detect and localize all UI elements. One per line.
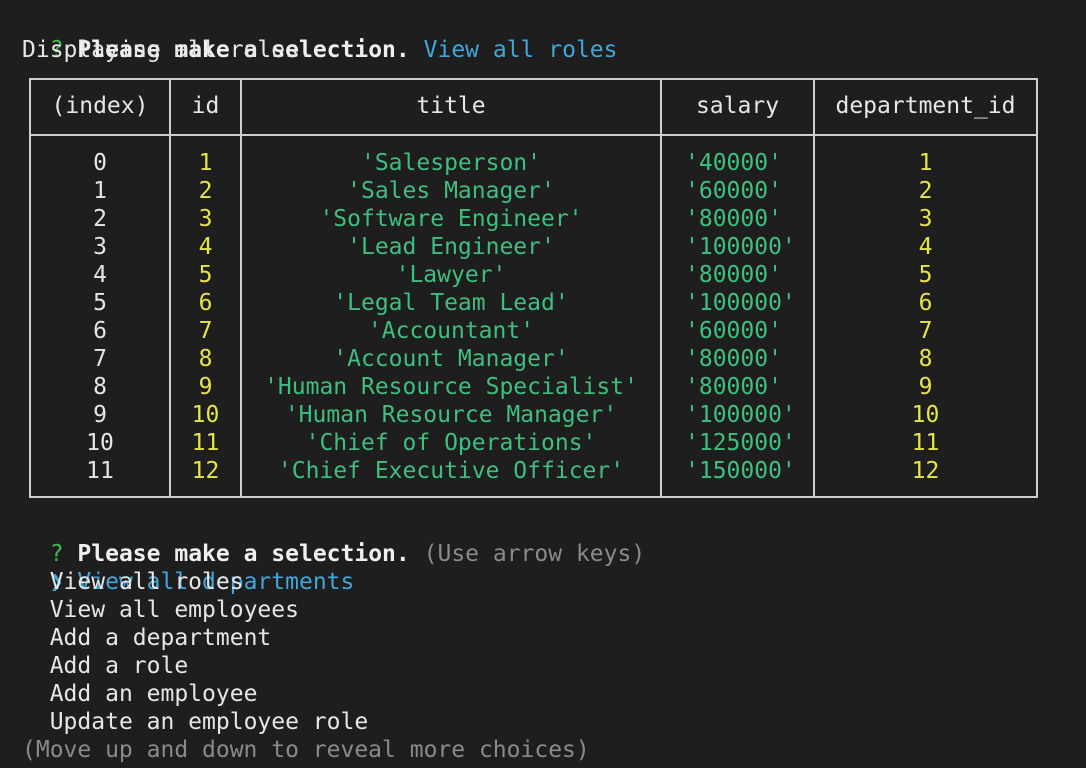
cell-index: 2 <box>93 206 107 232</box>
cell-title: 'Human Resource Manager' <box>284 402 618 428</box>
roles-table: (index) id title salary department_id 01… <box>29 78 1038 498</box>
header-index: (index) <box>51 93 149 119</box>
cell-index: 1 <box>93 178 107 204</box>
cell-id: 5 <box>198 262 213 288</box>
cell-id: 11 <box>191 430 220 456</box>
cell-salary: '150000' <box>685 458 796 484</box>
cell-department-id: 7 <box>918 318 933 344</box>
column-divider <box>660 80 662 496</box>
cell-title: 'Chief of Operations' <box>305 430 597 456</box>
choice-item[interactable]: Update an employee role <box>22 708 369 736</box>
cell-department-id: 11 <box>911 430 940 456</box>
cell-salary: '80000' <box>685 262 782 288</box>
header-divider <box>31 134 1036 136</box>
prompt-line-2: ? Please make a selection. (Use arrow ke… <box>22 512 645 567</box>
prompt-hint: (Use arrow keys) <box>423 541 646 567</box>
cell-title: 'Software Engineer' <box>319 206 583 232</box>
cell-id: 9 <box>198 374 213 400</box>
choice-item[interactable]: Add a role <box>22 652 188 680</box>
cell-index: 11 <box>86 458 114 484</box>
prompt-answer: View all roles <box>423 37 618 63</box>
cell-department-id: 12 <box>911 458 940 484</box>
header-salary: salary <box>695 93 780 119</box>
cell-department-id: 5 <box>918 262 933 288</box>
header-title: title <box>416 93 486 119</box>
cell-title: 'Salesperson' <box>360 150 541 176</box>
cell-title: 'Lead Engineer' <box>347 234 555 260</box>
cell-id: 6 <box>198 290 213 316</box>
choice-item[interactable]: View all roles <box>22 568 244 596</box>
choice-label: View all employees <box>49 597 299 623</box>
cell-title: 'Sales Manager' <box>347 178 555 204</box>
header-department-id: department_id <box>835 93 1016 119</box>
cell-department-id: 1 <box>918 150 933 176</box>
cell-department-id: 8 <box>918 346 933 372</box>
choice-item[interactable]: Add a department <box>22 624 272 652</box>
cell-salary: '60000' <box>685 318 782 344</box>
cell-department-id: 9 <box>918 374 933 400</box>
cell-index: 6 <box>93 318 107 344</box>
cell-title: 'Chief Executive Officer' <box>277 458 625 484</box>
cell-title: 'Account Manager' <box>333 346 569 372</box>
cell-index: 10 <box>86 430 114 456</box>
status-text: Displaying all roles. <box>22 37 313 63</box>
choice-label: Add an employee <box>49 681 258 707</box>
choice-item[interactable]: View all employees <box>22 596 299 624</box>
choice-label: Add a role <box>49 653 189 679</box>
choice-label: Add a department <box>49 625 272 651</box>
cell-title: 'Accountant' <box>367 318 535 344</box>
cell-index: 3 <box>93 234 107 260</box>
cell-id: 8 <box>198 346 213 372</box>
cell-title: 'Legal Team Lead' <box>333 290 569 316</box>
cell-index: 9 <box>93 402 107 428</box>
cell-salary: '80000' <box>685 206 782 232</box>
cell-index: 0 <box>93 150 107 176</box>
cell-index: 8 <box>93 374 107 400</box>
cell-title: 'Lawyer' <box>395 262 507 288</box>
cell-salary: '100000' <box>685 402 796 428</box>
cell-id: 4 <box>198 234 213 260</box>
cell-id: 7 <box>198 318 213 344</box>
cell-department-id: 6 <box>918 290 933 316</box>
cell-salary: '60000' <box>685 178 782 204</box>
choice-item[interactable]: Add an employee <box>22 680 258 708</box>
cell-index: 5 <box>93 290 107 316</box>
cell-salary: '100000' <box>685 290 796 316</box>
choice-item-selected[interactable]: ❯ View all departments <box>22 540 355 595</box>
cell-title: 'Human Resource Specialist' <box>264 374 638 400</box>
header-id: id <box>191 93 220 119</box>
cell-department-id: 10 <box>911 402 940 428</box>
cell-index: 7 <box>93 346 107 372</box>
cell-index: 4 <box>93 262 107 288</box>
choice-label: Update an employee role <box>49 709 369 735</box>
cell-salary: '80000' <box>685 374 782 400</box>
cell-salary: '125000' <box>685 430 796 456</box>
cell-id: 10 <box>191 402 220 428</box>
cell-salary: '100000' <box>685 234 796 260</box>
cell-id: 1 <box>198 150 213 176</box>
cell-id: 3 <box>198 206 213 232</box>
cell-salary: '40000' <box>685 150 782 176</box>
cell-id: 2 <box>198 178 213 204</box>
cell-salary: '80000' <box>685 346 782 372</box>
cell-department-id: 2 <box>918 178 933 204</box>
more-choices-hint: (Move up and down to reveal more choices… <box>22 737 590 763</box>
cell-department-id: 3 <box>918 206 933 232</box>
cell-id: 12 <box>191 458 220 484</box>
choice-label: View all roles <box>49 569 244 595</box>
cell-department-id: 4 <box>918 234 933 260</box>
prompt-line-1: ? Please make a selection. View all role… <box>22 8 618 63</box>
